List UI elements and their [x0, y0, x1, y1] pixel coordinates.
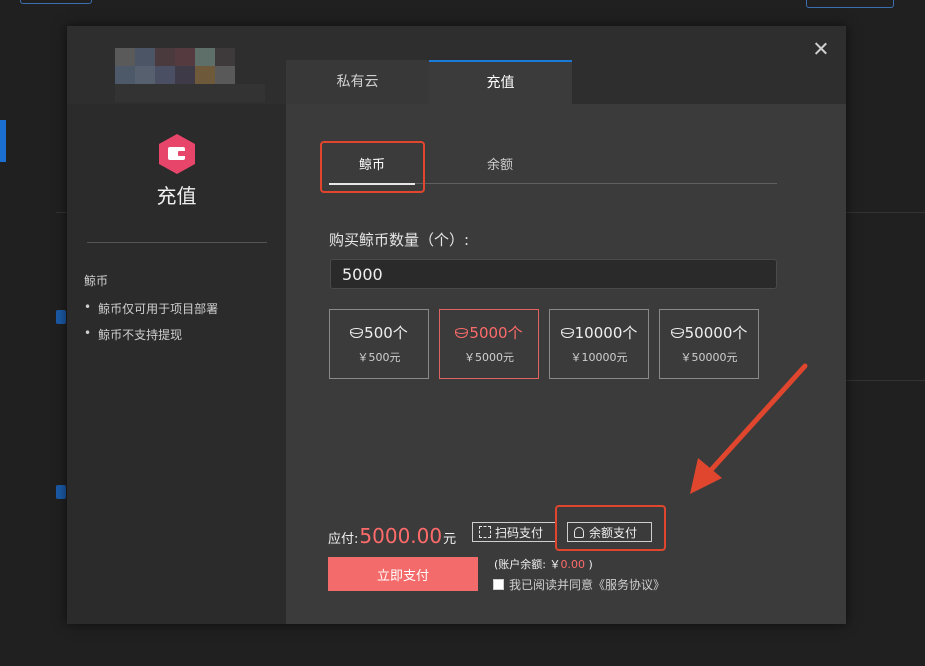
account-balance: (账户余额: ￥0.00 )	[494, 558, 593, 571]
coin-icon	[670, 327, 684, 338]
background-divider	[846, 380, 925, 381]
list-item: 鲸币仅可用于项目部署	[84, 300, 218, 326]
amount-due: 应付: 5000.00 元	[328, 524, 457, 548]
package-5000[interactable]: 5000个 ￥5000元	[439, 309, 539, 379]
background-checkbox	[56, 310, 66, 324]
blurred-logo	[115, 48, 265, 102]
package-amount: 10000个	[574, 324, 638, 342]
annotation-arrow-icon	[690, 363, 808, 494]
tab-recharge[interactable]: 充值	[429, 60, 572, 105]
coin-icon	[350, 327, 364, 338]
list-item: 鲸币不支持提现	[84, 326, 218, 352]
background-accent-bar	[0, 120, 6, 162]
annotation-box	[320, 141, 425, 193]
tab-private-cloud[interactable]: 私有云	[286, 60, 429, 105]
account-balance-value: 0.00	[560, 558, 586, 571]
notes-heading: 鲸币	[84, 274, 109, 288]
background-button	[20, 0, 92, 4]
agreement: 我已阅读并同意《服务协议》	[493, 576, 665, 593]
close-icon[interactable]	[810, 38, 832, 60]
package-amount: 500个	[364, 324, 408, 342]
background-button	[806, 0, 894, 8]
package-amount: 50000个	[684, 324, 748, 342]
amount-due-value: 5000.00	[359, 524, 443, 548]
top-tabs: 私有云 充值	[286, 60, 572, 105]
info-panel: 充值 鲸币 鲸币仅可用于项目部署 鲸币不支持提现	[67, 104, 286, 624]
scan-pay-button[interactable]: 扫码支付	[472, 522, 557, 542]
agreement-text[interactable]: 我已阅读并同意《服务协议》	[509, 576, 665, 593]
annotation-box	[555, 505, 666, 551]
pay-now-button[interactable]: 立即支付	[328, 557, 478, 591]
dialog-header: 私有云 充值	[67, 26, 846, 105]
quantity-label: 购买鲸币数量（个）:	[329, 231, 470, 249]
recharge-dialog: 私有云 充值 充值 鲸币 鲸币仅可用于项目部署 鲸币不支持提现 鲸币 余额 购买…	[67, 26, 846, 624]
package-500[interactable]: 500个 ￥500元	[329, 309, 429, 379]
scan-icon	[479, 526, 491, 538]
coin-icon	[560, 327, 574, 338]
background-divider	[846, 212, 925, 213]
agree-checkbox[interactable]	[493, 579, 504, 590]
wallet-icon	[159, 134, 195, 174]
package-price: ￥500元	[357, 351, 401, 364]
background-checkbox	[56, 485, 66, 499]
package-price: ￥5000元	[464, 351, 514, 364]
package-10000[interactable]: 10000个 ￥10000元	[549, 309, 649, 379]
divider	[87, 242, 267, 243]
panel-title: 充值	[156, 184, 197, 208]
package-amount: 5000个	[469, 324, 523, 342]
notes-list: 鲸币仅可用于项目部署 鲸币不支持提现	[84, 300, 218, 352]
coin-icon	[455, 327, 469, 338]
quantity-input[interactable]	[330, 259, 777, 289]
package-price: ￥10000元	[570, 351, 628, 364]
tab-balance[interactable]: 余额	[457, 144, 543, 184]
